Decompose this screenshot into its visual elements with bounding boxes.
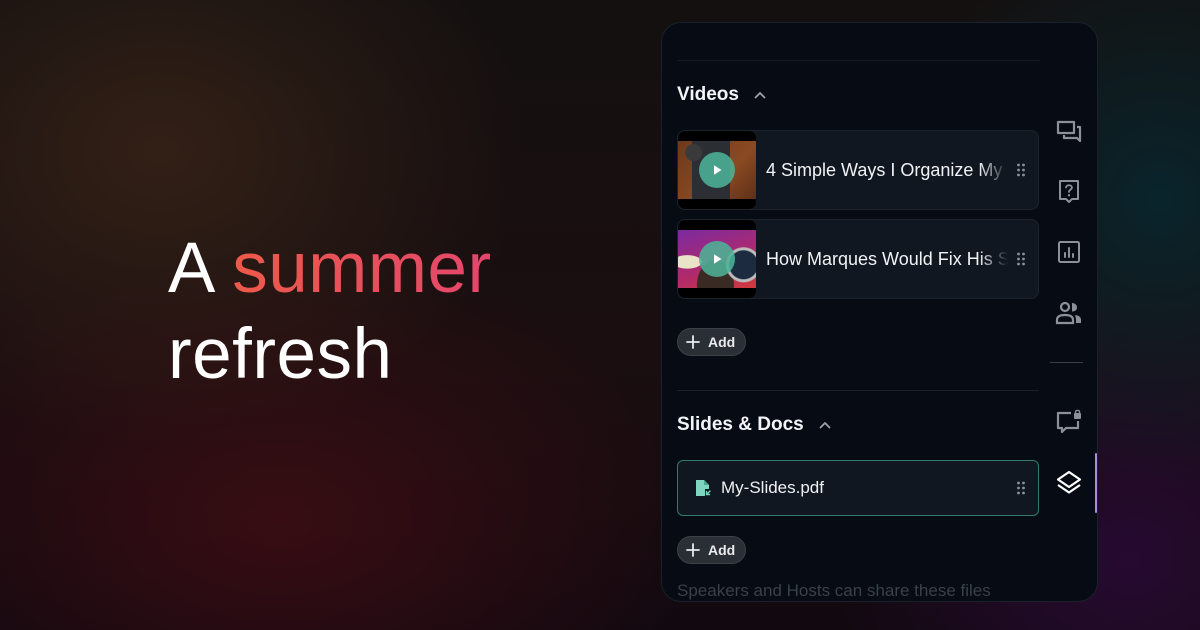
file-icon: [696, 480, 711, 496]
slides-section-title: Slides & Docs: [677, 414, 804, 435]
drag-handle-icon[interactable]: [1008, 252, 1034, 266]
play-icon[interactable]: [699, 241, 735, 277]
video-item[interactable]: How Marques Would Fix His Setup: [677, 219, 1039, 299]
headline-prefix: A: [168, 229, 212, 308]
videos-section-title: Videos: [677, 84, 739, 105]
question-icon[interactable]: [1055, 178, 1083, 206]
media-panel: Videos 4 Simple Ways I Organize My Notes…: [661, 22, 1098, 602]
drag-handle-icon[interactable]: [1008, 163, 1034, 177]
people-icon[interactable]: [1055, 299, 1083, 327]
video-title: How Marques Would Fix His Setup: [766, 248, 1008, 269]
video-title: 4 Simple Ways I Organize My Notes: [766, 159, 1008, 180]
videos-section-header[interactable]: Videos: [677, 84, 767, 106]
active-tab-indicator: [1095, 453, 1097, 513]
headline-line-1: A summer: [168, 226, 492, 312]
side-rail: [1040, 23, 1097, 601]
slides-section-header[interactable]: Slides & Docs: [677, 414, 832, 436]
chevron-up-icon[interactable]: [818, 418, 832, 432]
poll-icon[interactable]: [1055, 238, 1083, 266]
hero-headline: A summer refresh: [168, 226, 492, 398]
chevron-up-icon[interactable]: [753, 88, 767, 102]
add-video-button[interactable]: Add: [677, 328, 747, 356]
section-divider: [677, 390, 1039, 391]
helper-text: Speakers and Hosts can share these files: [677, 581, 991, 600]
play-icon[interactable]: [699, 152, 735, 188]
plus-icon: [686, 543, 700, 557]
chat-icon[interactable]: [1055, 118, 1083, 146]
video-thumbnail[interactable]: [678, 131, 756, 209]
headline-line-2: refresh: [168, 315, 393, 394]
add-file-label: Add: [708, 542, 736, 558]
plus-icon: [686, 335, 700, 349]
video-item[interactable]: 4 Simple Ways I Organize My Notes: [677, 130, 1039, 210]
drag-handle-icon[interactable]: [1008, 481, 1034, 495]
add-file-button[interactable]: Add: [677, 536, 747, 564]
private-chat-icon[interactable]: [1055, 408, 1083, 436]
rail-divider: [1050, 362, 1083, 363]
add-video-label: Add: [708, 334, 736, 350]
file-name: My-Slides.pdf: [721, 478, 824, 497]
layers-icon[interactable]: [1055, 469, 1083, 497]
file-item[interactable]: My-Slides.pdf: [677, 460, 1039, 516]
top-divider: [677, 60, 1040, 61]
video-thumbnail[interactable]: [678, 220, 756, 298]
headline-accent-word: summer: [232, 229, 492, 308]
